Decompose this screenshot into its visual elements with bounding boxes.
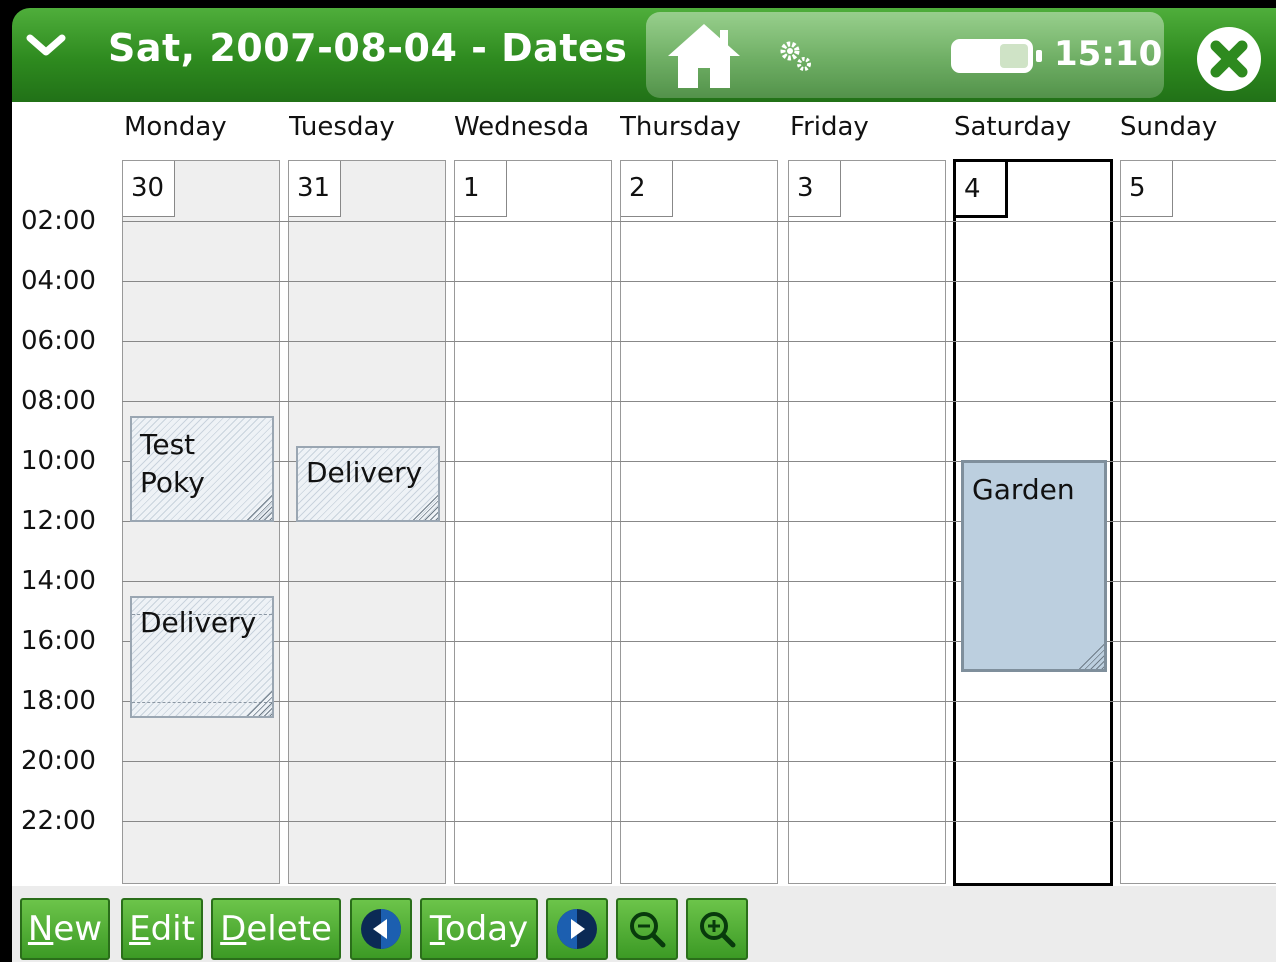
time-label: 18:00 [21, 686, 96, 716]
gear-icon[interactable] [776, 38, 816, 74]
window-title[interactable]: Sat, 2007-08-04 - Dates [108, 26, 627, 70]
resize-handle[interactable] [246, 690, 272, 716]
grid-line [122, 401, 1276, 402]
day-number[interactable]: 31 [289, 161, 341, 217]
time-label: 12:00 [21, 506, 96, 536]
day-number[interactable]: 5 [1121, 161, 1173, 217]
time-label: 08:00 [21, 386, 96, 416]
prev-week-button[interactable] [350, 898, 412, 960]
zoom-out-button[interactable] [616, 898, 678, 960]
new-hotkey: N [27, 909, 54, 949]
day-header-sunday: Sunday [1120, 112, 1218, 142]
resize-handle[interactable] [1078, 643, 1104, 669]
resize-handle[interactable] [412, 494, 438, 520]
day-column-wednesday[interactable]: 1 [454, 160, 612, 884]
day-number[interactable]: 2 [621, 161, 673, 217]
event-label: Test Poky [140, 428, 205, 499]
edit-button[interactable]: Edit [121, 898, 203, 960]
bottom-toolbar: New Edit Delete Today [12, 886, 1276, 962]
today-label: oday [444, 909, 529, 949]
new-button[interactable]: New [20, 898, 110, 960]
new-label: ew [53, 909, 103, 949]
close-icon[interactable] [1194, 24, 1264, 94]
day-header-monday: Monday [124, 112, 227, 142]
zoom-out-icon [630, 912, 666, 948]
day-number[interactable]: 4 [956, 162, 1008, 218]
today-hotkey: T [429, 909, 445, 949]
day-column-thursday[interactable]: 2 [620, 160, 778, 884]
day-header-wednesday: Wednesda [454, 112, 590, 142]
prev-week-icon [361, 909, 401, 949]
event-divider [132, 702, 272, 703]
time-label: 04:00 [21, 266, 96, 296]
calendar-app: Sat, 2007-08-04 - Dates 15:10 Monday Tue… [0, 0, 1276, 962]
day-header-saturday: Saturday [954, 112, 1072, 142]
battery-icon [951, 39, 1042, 73]
day-header-friday: Friday [790, 112, 869, 142]
event-test-poky[interactable]: Test Poky [130, 416, 274, 522]
event-garden[interactable]: Garden [961, 460, 1107, 672]
clock: 15:10 [1054, 34, 1163, 74]
day-column-monday[interactable]: 30 [122, 160, 280, 884]
event-delivery-monday[interactable]: Delivery [130, 596, 274, 718]
next-week-button[interactable] [546, 898, 608, 960]
time-label: 06:00 [21, 326, 96, 356]
time-label: 20:00 [21, 746, 96, 776]
chevron-down-icon[interactable] [26, 30, 66, 60]
time-label: 14:00 [21, 566, 96, 596]
day-number[interactable]: 3 [789, 161, 841, 217]
day-column-tuesday[interactable]: 31 [288, 160, 446, 884]
week-view: Monday Tuesday Wednesda Thursday Friday … [12, 102, 1276, 886]
grid-line [122, 761, 1276, 762]
day-number[interactable]: 30 [123, 161, 175, 217]
day-column-sunday[interactable]: 5 [1120, 160, 1276, 884]
day-header-thursday: Thursday [620, 112, 741, 142]
time-label: 22:00 [21, 806, 96, 836]
delete-label: elete [246, 909, 332, 949]
delete-button[interactable]: Delete [211, 898, 341, 960]
event-label: Garden [972, 473, 1075, 506]
grid-line [122, 281, 1276, 282]
home-icon[interactable] [664, 20, 744, 92]
time-label: 10:00 [21, 446, 96, 476]
day-number[interactable]: 1 [455, 161, 507, 217]
grid-line [122, 341, 1276, 342]
zoom-in-button[interactable] [686, 898, 748, 960]
zoom-in-icon [700, 912, 736, 948]
day-header-tuesday: Tuesday [289, 112, 395, 142]
grid-line [122, 821, 1276, 822]
event-label: Delivery [140, 606, 257, 639]
delete-hotkey: D [220, 909, 247, 949]
day-column-friday[interactable]: 3 [788, 160, 946, 884]
today-button[interactable]: Today [420, 898, 538, 960]
grid-line [122, 701, 1276, 702]
time-label: 02:00 [21, 206, 96, 236]
grid-line [122, 221, 1276, 222]
edit-hotkey: E [129, 909, 151, 949]
resize-handle[interactable] [246, 494, 272, 520]
edit-label: dit [150, 909, 195, 949]
event-delivery-tuesday[interactable]: Delivery [296, 446, 440, 522]
event-label: Delivery [306, 456, 423, 489]
time-label: 16:00 [21, 626, 96, 656]
next-week-icon [557, 909, 597, 949]
